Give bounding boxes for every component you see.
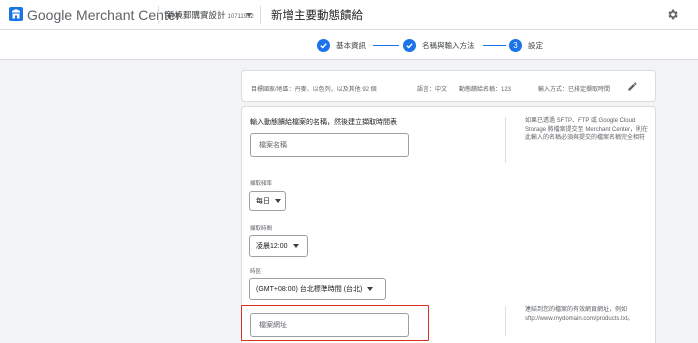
step-connector [373, 45, 399, 46]
time-value: 凌晨12:00 [256, 243, 288, 250]
divider [505, 117, 506, 163]
summary-input-method: 輸入方式：已排定擷取時間 [538, 87, 611, 93]
step-name-and-input[interactable]: 名稱與輸入方法 [403, 38, 475, 52]
section-title: 輸入動態饋給檔案的名稱，然後建立擷取時間表 [250, 119, 397, 126]
frequency-value: 每日 [256, 198, 270, 205]
timezone-select[interactable]: (GMT+08:00) 台北標準時間 (台北) [249, 278, 386, 300]
gear-icon[interactable] [666, 8, 679, 21]
frequency-label: 擷取頻率 [250, 181, 273, 187]
step-number: 3 [509, 38, 522, 52]
divider [505, 306, 506, 336]
frequency-select[interactable]: 每日 [249, 191, 286, 211]
file-url-help-text: 連結到您的檔案的有效網頁網址，例如 sftp://www.mydomain.co… [525, 307, 634, 322]
summary-feed-name: 動態饋給名稱：123 [459, 87, 512, 93]
divider [158, 6, 159, 24]
account-switcher[interactable]: 新境郵購實設計 10711952 [166, 9, 254, 21]
time-select[interactable]: 凌晨12:00 [249, 235, 308, 257]
step-settings[interactable]: 3 設定 [509, 38, 543, 52]
summary-card: 目標國家/地區：丹麥、以色列，以及其他 92 個 語言：中文 動態饋給名稱：12… [241, 70, 656, 102]
chevron-down-icon [292, 244, 299, 248]
divider [260, 6, 261, 24]
step-basic-info[interactable]: 基本資訊 [317, 38, 366, 52]
summary-language: 語言：中文 [417, 87, 448, 93]
step-label: 名稱與輸入方法 [422, 40, 475, 50]
timezone-value: (GMT+08:00) 台北標準時間 (台北) [256, 286, 363, 293]
chevron-down-icon[interactable] [246, 13, 252, 17]
summary-target-countries: 目標國家/地區：丹麥、以色列，以及其他 92 個 [251, 87, 377, 93]
step-connector [483, 45, 506, 46]
merchant-center-logo-icon[interactable] [9, 7, 23, 21]
highlight-box [241, 305, 429, 341]
stepper: 基本資訊 名稱與輸入方法 3 設定 [0, 30, 698, 60]
pencil-icon[interactable] [627, 81, 638, 92]
page-title: 新增主要動態饋給 [271, 10, 363, 22]
account-name: 新境郵購實設計 [166, 10, 226, 20]
chevron-down-icon [367, 287, 374, 291]
chevron-down-icon [275, 199, 281, 203]
file-name-input[interactable]: 檔案名稱 [250, 133, 409, 157]
file-name-help-text: 如果已透過 SFTP、FTP 或 Google Cloud Storage 將檔… [525, 118, 649, 141]
top-bar: Google Merchant Center 新境郵購實設計 10711952 新… [0, 0, 698, 30]
timezone-label: 時區 [250, 269, 262, 275]
time-label: 擷取時間 [250, 226, 273, 232]
check-icon [317, 38, 330, 52]
step-label: 基本資訊 [336, 40, 366, 50]
check-icon [403, 38, 416, 52]
step-label: 設定 [528, 40, 543, 50]
